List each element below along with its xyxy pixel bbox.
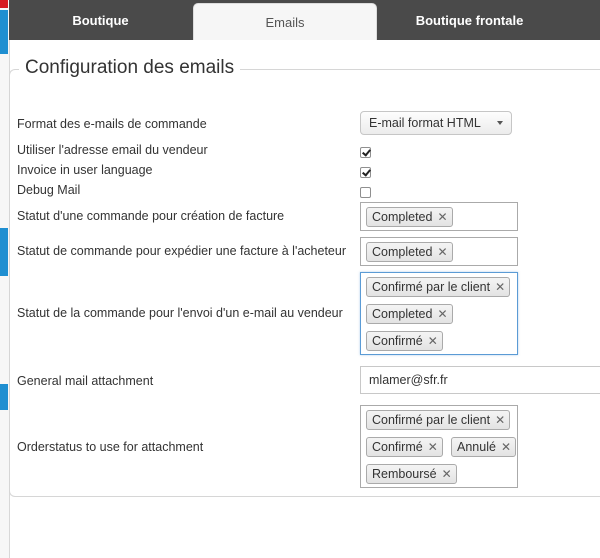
attachment-status-tag-input[interactable]: Confirmé par le client ✕ Confirmé ✕ Annu… <box>360 405 518 488</box>
status-tag: Completed ✕ <box>366 304 453 324</box>
attachment-label: General mail attachment <box>17 374 154 388</box>
ship-invoice-status-label: Statut de commande pour expédier une fac… <box>17 244 346 258</box>
status-tag: Confirmé ✕ <box>366 331 443 351</box>
remove-tag-icon[interactable]: ✕ <box>428 334 438 348</box>
status-tag: Completed ✕ <box>366 242 453 262</box>
remove-tag-icon[interactable]: ✕ <box>501 440 511 454</box>
left-edge-blue-marker <box>0 384 8 410</box>
debug-mail-checkbox[interactable] <box>360 187 371 198</box>
invoice-status-label: Statut d'une commande pour création de f… <box>17 209 285 223</box>
status-tag-label: Completed <box>372 210 433 224</box>
format-label: Format des e-mails de commande <box>17 117 207 131</box>
ship-invoice-status-tag-input[interactable]: Completed ✕ <box>360 237 518 266</box>
email-format-select[interactable]: E-mail format HTML <box>360 111 512 135</box>
debug-mail-label: Debug Mail <box>17 183 81 197</box>
tab-bar: Boutique Emails Boutique frontale <box>9 0 600 40</box>
page: Boutique Emails Boutique frontale Config… <box>0 0 600 558</box>
status-tag: Confirmé par le client ✕ <box>366 277 511 297</box>
attachment-status-label: Orderstatus to use for attachment <box>17 440 204 454</box>
left-edge-blue-marker <box>0 228 8 276</box>
status-tag: Completed ✕ <box>366 207 453 227</box>
invoice-language-checkbox[interactable] <box>360 167 371 178</box>
vendor-mail-status-label: Statut de la commande pour l'envoi d'un … <box>17 306 343 320</box>
section-title: Configuration des emails <box>19 57 241 79</box>
status-tag-label: Annulé <box>457 440 496 454</box>
status-tag: Confirmé ✕ <box>366 437 443 457</box>
remove-tag-icon[interactable]: ✕ <box>437 210 447 224</box>
remove-tag-icon[interactable]: ✕ <box>495 280 505 294</box>
status-tag-label: Remboursé <box>372 467 437 481</box>
status-tag-label: Confirmé par le client <box>372 413 491 427</box>
remove-tag-icon[interactable]: ✕ <box>428 440 438 454</box>
email-format-value: E-mail format HTML <box>369 116 481 130</box>
remove-tag-icon[interactable]: ✕ <box>437 307 447 321</box>
remove-tag-icon[interactable]: ✕ <box>495 413 505 427</box>
invoice-status-tag-input[interactable]: Completed ✕ <box>360 202 518 231</box>
status-tag-label: Confirmé <box>372 334 423 348</box>
attachment-input[interactable]: mlamer@sfr.fr <box>360 366 600 394</box>
vendor-mail-status-tag-input[interactable]: Confirmé par le client ✕ Completed ✕ Con… <box>360 272 518 355</box>
status-tag-label: Completed <box>372 307 433 321</box>
status-tag-label: Completed <box>372 245 433 259</box>
remove-tag-icon[interactable]: ✕ <box>437 245 447 259</box>
vendor-email-label: Utiliser l'adresse email du vendeur <box>17 143 208 157</box>
vendor-email-checkbox[interactable] <box>360 147 371 158</box>
status-tag: Annulé ✕ <box>451 437 516 457</box>
status-tag: Confirmé par le client ✕ <box>366 410 511 430</box>
invoice-language-label: Invoice in user language <box>17 163 153 177</box>
status-tag-label: Confirmé <box>372 440 423 454</box>
tab-boutique[interactable]: Boutique <box>9 0 192 40</box>
remove-tag-icon[interactable]: ✕ <box>442 467 452 481</box>
tab-emails[interactable]: Emails <box>193 3 377 40</box>
caret-down-icon <box>497 121 503 125</box>
left-edge-red-marker <box>0 0 8 8</box>
status-tag: Remboursé ✕ <box>366 464 457 484</box>
left-edge-blue-marker <box>0 10 8 54</box>
tab-boutique-frontale[interactable]: Boutique frontale <box>378 0 561 40</box>
status-tag-label: Confirmé par le client <box>372 280 491 294</box>
